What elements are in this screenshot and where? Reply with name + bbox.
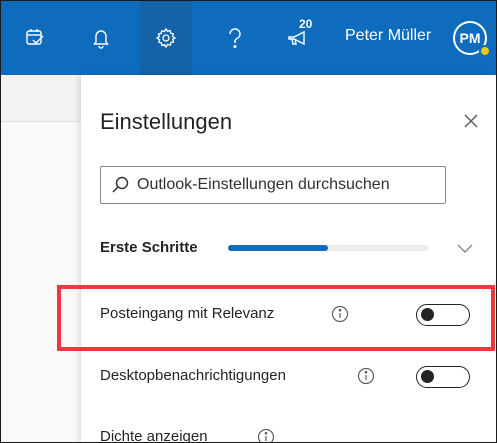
app-window: 20 Peter Müller PM Einstellungen Outlook… [0,0,497,443]
desktop-notifications-label: Desktopbenachrichtigungen [100,367,286,384]
search-icon [111,176,129,194]
top-bar: 20 Peter Müller PM [1,1,496,75]
whats-new-button[interactable] [277,1,321,75]
getting-started-progress-fill [228,245,328,251]
notification-count-badge: 20 [299,17,313,31]
presence-status-icon [479,45,491,57]
settings-search-box[interactable] [100,166,446,204]
bell-icon [91,27,111,49]
focused-inbox-toggle[interactable] [416,304,470,326]
my-day-button[interactable] [15,1,55,75]
info-icon[interactable] [257,428,275,442]
gear-icon [155,27,177,49]
user-name[interactable]: Peter Müller [345,27,431,45]
getting-started-label[interactable]: Erste Schritte [100,239,198,256]
close-button[interactable] [461,111,481,131]
settings-panel: Einstellungen Erste Schritte [81,75,496,442]
settings-title: Einstellungen [100,109,233,134]
density-label: Dichte anzeigen [100,428,208,443]
focused-inbox-label: Posteingang mit Relevanz [100,305,275,322]
help-button[interactable] [213,1,257,75]
content-header-strip [1,75,81,122]
chevron-down-icon[interactable] [456,241,474,259]
notifications-button[interactable] [79,1,123,75]
info-icon[interactable] [357,367,375,385]
close-icon [461,114,481,135]
settings-search-input[interactable] [137,176,437,194]
my-day-icon [24,27,46,49]
desktop-notifications-toggle[interactable] [416,366,470,388]
getting-started-progress [228,245,428,251]
help-icon [227,27,243,49]
megaphone-icon [286,28,312,48]
settings-button[interactable] [140,1,192,75]
info-icon[interactable] [331,305,349,323]
toggle-knob [421,370,434,383]
main-content-area [1,75,81,442]
toggle-knob [421,308,434,321]
